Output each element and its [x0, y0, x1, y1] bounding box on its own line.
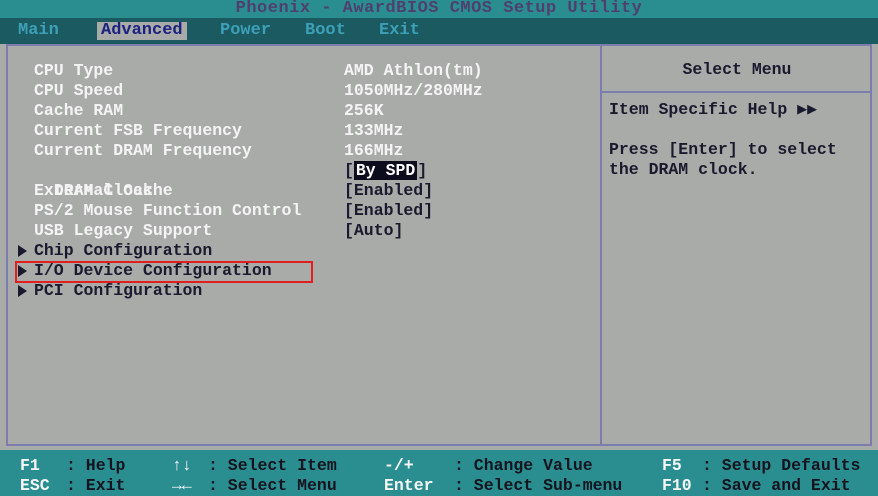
key-label: ↑↓: [172, 456, 192, 475]
tab-exit[interactable]: Exit: [375, 22, 424, 40]
submenu-arrow-icon: [18, 285, 27, 297]
help-header: Select Menu: [682, 60, 792, 79]
key-desc: : Help: [66, 456, 126, 475]
setting-value-ps2-mouse[interactable]: [Enabled]: [344, 201, 433, 221]
key-label: -/+: [384, 456, 414, 475]
key-desc: : Select Item: [208, 456, 337, 475]
help-text: Press [Enter] to select the DRAM clock.: [609, 140, 837, 179]
tab-boot[interactable]: Boot: [301, 22, 350, 40]
panel-divider: [600, 44, 602, 446]
key-desc: : Select Sub-menu: [454, 476, 623, 495]
key-desc: : Select Menu: [208, 476, 337, 495]
tab-power[interactable]: Power: [216, 22, 275, 40]
highlight-annotation-box: [15, 261, 313, 283]
selected-value-highlight: By SPD: [353, 161, 418, 180]
key-label: ESC: [20, 476, 50, 495]
footer-key-enter: Enter : Select Sub-menu: [384, 476, 622, 496]
setting-label-cpu-speed: CPU Speed: [34, 81, 124, 100]
submenu-arrow-icon: [18, 245, 27, 257]
window-title: Phoenix - AwardBIOS CMOS Setup Utility: [0, 0, 878, 18]
setting-value-fsb-frequency: 133MHz: [344, 121, 404, 140]
key-label: F10: [662, 476, 692, 495]
menu-bar: Main Advanced Power Boot Exit: [0, 18, 878, 44]
footer-key-f10: F10 : Save and Exit: [662, 476, 851, 496]
key-label: Enter: [384, 476, 434, 495]
setting-label-external-cache[interactable]: External Cache: [34, 181, 173, 201]
setting-value-external-cache[interactable]: [Enabled]: [344, 181, 433, 201]
footer-key-esc: ESC : Exit: [20, 476, 125, 496]
help-header-divider: [602, 91, 872, 93]
setting-label-ps2-mouse[interactable]: PS/2 Mouse Function Control: [34, 201, 301, 221]
item-specific-help-label: Item Specific Help ▶▶: [609, 100, 817, 119]
setting-label-dram-clock[interactable]: DRAM Clock: [34, 161, 153, 200]
setting-label-cache-ram: Cache RAM: [34, 101, 124, 120]
footer-key-leftright: →← : Select Menu: [172, 476, 337, 496]
setting-value-cpu-type: AMD Athlon(tm): [344, 61, 483, 80]
setting-label-cpu-type: CPU Type: [34, 61, 114, 80]
footer-key-updown: ↑↓ : Select Item: [172, 456, 337, 476]
key-desc: : Exit: [66, 476, 126, 495]
key-label: F1: [20, 456, 40, 475]
footer-key-f1: F1 : Help: [20, 456, 125, 476]
setting-label-dram-frequency: Current DRAM Frequency: [34, 141, 252, 160]
setting-value-dram-clock[interactable]: [By SPD]: [344, 161, 427, 181]
submenu-chip-configuration[interactable]: Chip Configuration: [34, 241, 212, 261]
key-label: →←: [172, 476, 192, 495]
key-label: F5: [662, 456, 682, 475]
setting-value-cache-ram: 256K: [344, 101, 384, 120]
setting-value-cpu-speed: 1050MHz/280MHz: [344, 81, 483, 100]
key-desc: : Change Value: [454, 456, 593, 475]
key-desc: : Setup Defaults: [702, 456, 861, 475]
footer-key-f5: F5 : Setup Defaults: [662, 456, 860, 476]
tab-advanced[interactable]: Advanced: [97, 22, 187, 40]
submenu-pci-configuration[interactable]: PCI Configuration: [34, 281, 202, 301]
setting-value-dram-frequency: 166MHz: [344, 141, 404, 160]
setting-label-usb-legacy[interactable]: USB Legacy Support: [34, 221, 212, 241]
footer-keybar: F1 : Help ↑↓ : Select Item -/+ : Change Val…: [0, 450, 878, 496]
setting-value-usb-legacy[interactable]: [Auto]: [344, 221, 403, 241]
tab-main[interactable]: Main: [14, 22, 63, 40]
setting-label-fsb-frequency: Current FSB Frequency: [34, 121, 242, 140]
key-desc: : Save and Exit: [702, 476, 851, 495]
footer-key-plusminus: -/+ : Change Value: [384, 456, 593, 476]
